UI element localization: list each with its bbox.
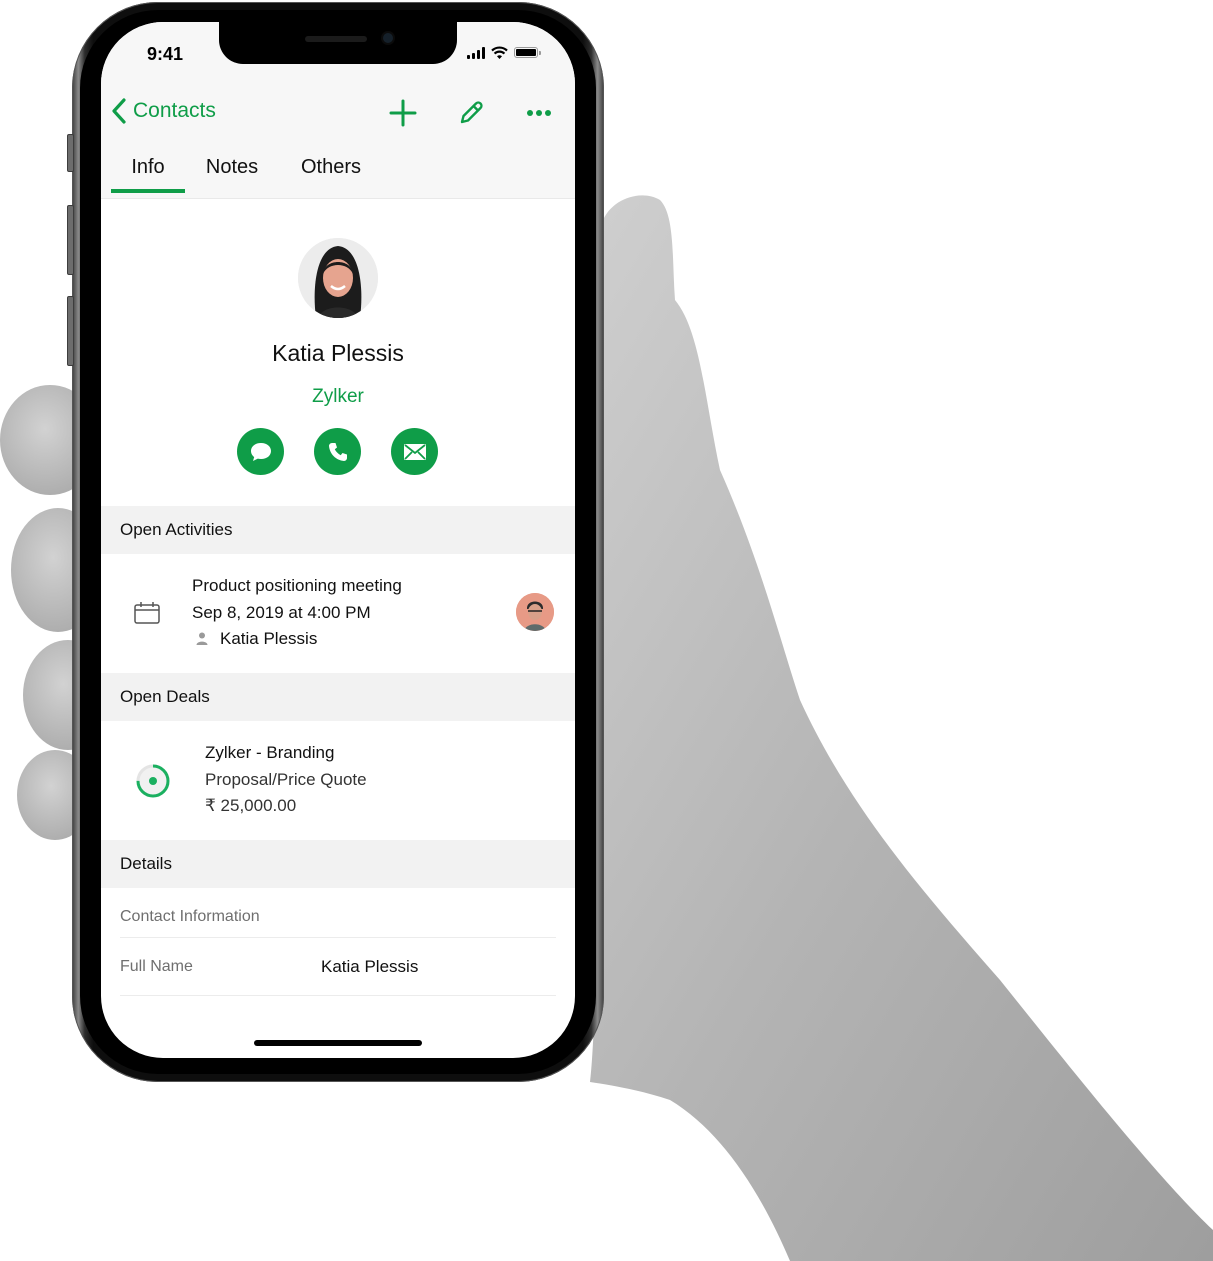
tab-others[interactable]: Others bbox=[281, 150, 381, 191]
message-button[interactable] bbox=[237, 428, 284, 475]
more-button[interactable] bbox=[522, 96, 556, 130]
volume-up-button bbox=[67, 205, 74, 275]
home-indicator[interactable] bbox=[254, 1040, 422, 1046]
tab-info[interactable]: Info bbox=[111, 150, 185, 193]
person-icon bbox=[196, 632, 208, 645]
battery-icon bbox=[514, 47, 541, 58]
company-link[interactable]: Zylker bbox=[101, 386, 575, 408]
wifi-icon bbox=[491, 46, 508, 59]
phone-screen: 9:41 Contacts Info Notes Others Katia Pl… bbox=[101, 22, 575, 1058]
activity-title: Product positioning meeting bbox=[192, 576, 402, 595]
tab-bar: Info Notes Others bbox=[111, 150, 381, 193]
email-button[interactable] bbox=[391, 428, 438, 475]
field-label-full-name: Full Name bbox=[120, 958, 193, 975]
phone-icon bbox=[328, 442, 347, 461]
back-button[interactable]: Contacts bbox=[111, 98, 216, 124]
status-time: 9:41 bbox=[147, 44, 184, 64]
more-horizontal-icon bbox=[527, 110, 551, 116]
edit-button[interactable] bbox=[454, 96, 488, 130]
contact-name: Katia Plessis bbox=[272, 340, 404, 366]
volume-down-button bbox=[67, 296, 74, 366]
deal-name: Zylker - Branding bbox=[205, 743, 335, 762]
deal-stage: Proposal/Price Quote bbox=[205, 770, 367, 789]
tab-notes[interactable]: Notes bbox=[185, 150, 279, 191]
envelope-icon bbox=[403, 443, 426, 460]
section-details: Details bbox=[101, 840, 575, 888]
back-label: Contacts bbox=[133, 99, 216, 122]
call-button[interactable] bbox=[314, 428, 361, 475]
divider bbox=[120, 995, 556, 996]
contact-information-heading: Contact Information bbox=[120, 908, 260, 925]
add-button[interactable] bbox=[386, 96, 420, 130]
calendar-icon bbox=[134, 602, 160, 624]
divider bbox=[120, 937, 556, 938]
contact-photo bbox=[298, 238, 378, 318]
owner-photo bbox=[516, 593, 554, 631]
activity-participant: Katia Plessis bbox=[220, 629, 318, 648]
quick-actions bbox=[237, 428, 438, 475]
deal-stage-progress-icon bbox=[136, 764, 170, 798]
section-open-deals: Open Deals bbox=[101, 673, 575, 721]
notch bbox=[219, 22, 457, 64]
mute-switch bbox=[67, 134, 74, 172]
hand-palm bbox=[590, 195, 1213, 1261]
chat-bubble-icon bbox=[250, 442, 271, 461]
deal-amount: ₹ 25,000.00 bbox=[205, 796, 297, 815]
section-open-activities: Open Activities bbox=[101, 506, 575, 554]
owner-avatar[interactable] bbox=[516, 593, 554, 631]
activity-datetime: Sep 8, 2019 at 4:00 PM bbox=[192, 603, 371, 622]
contact-avatar[interactable] bbox=[298, 238, 378, 318]
speaker bbox=[305, 36, 367, 42]
deal-item[interactable]: Zylker - Branding Proposal/Price Quote ₹… bbox=[101, 721, 575, 839]
plus-icon bbox=[389, 99, 417, 127]
pencil-icon bbox=[460, 101, 483, 124]
activity-item[interactable]: Product positioning meeting Sep 8, 2019 … bbox=[101, 554, 575, 672]
chevron-left-icon bbox=[112, 98, 126, 124]
field-value-full-name[interactable]: Katia Plessis bbox=[321, 957, 418, 977]
status-icons bbox=[467, 46, 541, 59]
front-camera bbox=[383, 33, 393, 43]
cellular-signal-icon bbox=[467, 46, 485, 59]
